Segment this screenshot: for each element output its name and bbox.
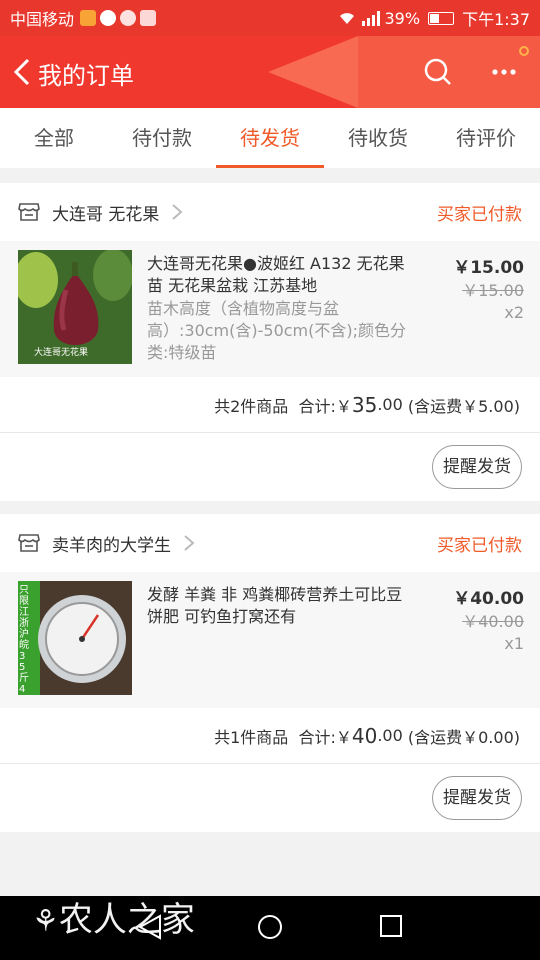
- order-tabs: 全部 待付款 待发货 待收货 待评价: [0, 108, 540, 168]
- currency-symbol: ￥: [335, 727, 352, 747]
- home-circle-icon[interactable]: [257, 914, 283, 940]
- order-status: 买家已付款: [437, 204, 522, 225]
- original-price: ￥15.00: [462, 281, 524, 300]
- action-row: 提醒发货: [0, 433, 540, 501]
- shipping-fee: (含运费￥0.00): [407, 727, 520, 747]
- app-notification-icon: [100, 10, 117, 26]
- product-quantity: x2: [504, 303, 524, 322]
- order-summary: 共2件商品 合计: ￥ 35 .00 (含运费￥5.00): [0, 377, 540, 433]
- tab-all[interactable]: 全部: [0, 108, 108, 168]
- recents-square-icon[interactable]: [379, 914, 403, 938]
- notification-dot-icon: [519, 46, 529, 56]
- tab-pending-receipt[interactable]: 待收货: [324, 108, 432, 168]
- site-watermark: ⚘农人之家: [32, 892, 195, 941]
- app-header: 我的订单: [0, 36, 540, 108]
- order-summary: 共1件商品 合计: ￥ 40 .00 (含运费￥0.00): [0, 708, 540, 764]
- header-decoration: [268, 36, 358, 108]
- app-icon: [140, 10, 157, 26]
- product-price: ￥40.00: [453, 589, 524, 609]
- total-label: 合计:: [298, 727, 336, 747]
- product-price: ￥15.00: [453, 258, 524, 278]
- order-card: 卖羊肉的大学生 买家已付款 只限江浙沪皖35斤40元 发酵 羊粪 非 鸡粪椰砖营…: [0, 514, 540, 832]
- total-decimal: .00: [377, 726, 403, 745]
- currency-symbol: ￥: [335, 396, 352, 416]
- status-bar: 中国移动 39% 下午1:37: [0, 0, 540, 36]
- wifi-icon: [339, 13, 354, 24]
- total-decimal: .00: [377, 395, 403, 414]
- tab-pending-payment[interactable]: 待付款: [108, 108, 216, 168]
- total-label: 合计:: [298, 396, 336, 416]
- watermark-text: 农人之家: [58, 900, 195, 940]
- battery-icon: [428, 11, 455, 25]
- total-amount: 35: [351, 392, 378, 417]
- item-count: 共2件商品: [214, 396, 289, 416]
- sound-icon: [120, 10, 137, 26]
- order-status: 买家已付款: [437, 535, 522, 556]
- order-card: 大连哥 无花果 买家已付款 大连哥无花果 大连哥无花果●波姬红 A132 无花果…: [0, 183, 540, 501]
- total-amount: 40: [351, 723, 378, 748]
- product-title: 发酵 羊粪 非 鸡粪椰砖营养土可比豆饼肥 可钓鱼打窝还有: [147, 585, 403, 626]
- original-price: ￥40.00: [462, 612, 524, 631]
- notification-icon: [80, 10, 97, 26]
- thumbnail-overlay-text: 只限江浙沪皖35斤40元: [19, 585, 29, 695]
- item-count: 共1件商品: [214, 727, 289, 747]
- product-thumbnail[interactable]: 大连哥无花果: [18, 250, 132, 364]
- carrier-name: 中国移动: [10, 10, 75, 29]
- remind-shipment-button[interactable]: 提醒发货: [432, 445, 522, 489]
- page-title: 我的订单: [38, 62, 134, 90]
- chevron-right-icon: [184, 535, 195, 551]
- search-icon[interactable]: [424, 58, 452, 86]
- action-row: 提醒发货: [0, 764, 540, 832]
- shop-row[interactable]: 卖羊肉的大学生 买家已付款: [0, 514, 540, 572]
- signal-icon: [361, 11, 380, 26]
- product-thumbnail[interactable]: 只限江浙沪皖35斤40元: [18, 581, 132, 695]
- store-icon: [18, 203, 40, 221]
- battery-percent: 39%: [384, 8, 421, 28]
- chevron-right-icon: [172, 204, 183, 220]
- order-item[interactable]: 大连哥无花果 大连哥无花果●波姬红 A132 无花果苗 无花果盆栽 江苏基地 苗…: [0, 241, 540, 377]
- remind-shipment-button[interactable]: 提醒发货: [432, 776, 522, 820]
- shipping-fee: (含运费￥5.00): [407, 396, 520, 416]
- more-dots-icon[interactable]: [490, 60, 518, 84]
- chevron-left-icon[interactable]: [10, 56, 34, 88]
- tab-pending-review[interactable]: 待评价: [432, 108, 540, 168]
- store-icon: [18, 534, 40, 552]
- tab-pending-shipment[interactable]: 待发货: [216, 108, 324, 168]
- thumbnail-watermark: 大连哥无花果: [34, 348, 89, 358]
- shop-row[interactable]: 大连哥 无花果 买家已付款: [0, 183, 540, 241]
- watermark-logo-icon: ⚘: [32, 904, 59, 939]
- shop-name: 大连哥 无花果: [52, 204, 160, 225]
- thermometer-image: [18, 581, 132, 695]
- clock: 下午1:37: [462, 10, 530, 29]
- order-item[interactable]: 只限江浙沪皖35斤40元 发酵 羊粪 非 鸡粪椰砖营养土可比豆饼肥 可钓鱼打窝还…: [0, 572, 540, 708]
- product-title: 大连哥无花果●波姬红 A132 无花果苗 无花果盆栽 江苏基地: [147, 254, 405, 295]
- product-spec: 苗木高度（含植物高度与盆高）:30cm(含)-50cm(不含);颜色分类:特级苗: [147, 299, 407, 362]
- product-quantity: x1: [504, 634, 524, 653]
- shop-name: 卖羊肉的大学生: [52, 535, 171, 556]
